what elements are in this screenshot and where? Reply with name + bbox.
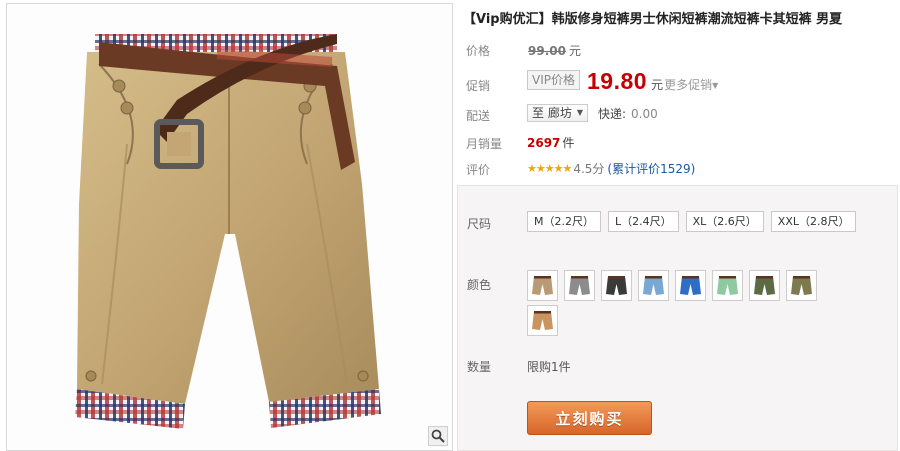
magnifier-icon bbox=[431, 429, 445, 443]
product-image[interactable] bbox=[6, 3, 453, 451]
shipping-fee: 0.00 bbox=[631, 106, 658, 121]
original-price: 99.00 元 bbox=[528, 42, 581, 59]
black-shorts-icon bbox=[606, 276, 627, 295]
product-title: 【Vip购优汇】韩版修身短裤男士休闲短裤潮流短裤卡其短裤 男夏 bbox=[463, 12, 843, 27]
color-swatch[interactable] bbox=[601, 270, 632, 301]
vip-price-tag: VIP价格 bbox=[527, 70, 580, 90]
color-swatch[interactable] bbox=[712, 270, 743, 301]
size-option-l[interactable]: L（2.4尺） bbox=[607, 211, 679, 232]
grey-shorts-icon bbox=[569, 276, 590, 295]
color-swatch[interactable] bbox=[786, 270, 817, 301]
rating-score: 4.5分 bbox=[573, 162, 605, 176]
city-selector-value: 至 廊坊 bbox=[532, 106, 572, 120]
mint-shorts-icon bbox=[717, 276, 738, 295]
size-option-m[interactable]: M（2.2尺） bbox=[527, 211, 601, 232]
original-price-value: 99.00 bbox=[528, 44, 566, 58]
chevron-down-icon: ▼ bbox=[712, 81, 719, 90]
purchase-options: 尺码 M（2.2尺） L（2.4尺） XL（2.6尺） XXL（2.8尺） 颜色… bbox=[457, 185, 898, 451]
more-promo-link[interactable]: 更多促销▼ bbox=[664, 76, 718, 93]
light-blue-shorts-icon bbox=[643, 276, 664, 295]
monthly-sales-count: 2697 bbox=[527, 136, 561, 150]
reviews-label: 评价 bbox=[466, 163, 491, 177]
size-option-xl[interactable]: XL（2.6尺） bbox=[685, 211, 764, 232]
color-swatch[interactable] bbox=[564, 270, 595, 301]
current-price: 19.80 bbox=[587, 68, 648, 94]
original-price-currency: 元 bbox=[568, 44, 581, 58]
star-rating-icon: ★★★★★ bbox=[527, 162, 572, 175]
size-options: M（2.2尺） L（2.4尺） XL（2.6尺） XXL（2.8尺） bbox=[527, 211, 857, 232]
size-option-xxl[interactable]: XXL（2.8尺） bbox=[770, 211, 857, 232]
promo-label: 促销 bbox=[466, 79, 491, 93]
color-swatch[interactable] bbox=[527, 270, 558, 301]
army-green-shorts-icon bbox=[754, 276, 775, 295]
caret-down-icon: ▼ bbox=[576, 108, 583, 117]
more-promo-label: 更多促销 bbox=[664, 78, 713, 92]
quantity-limit: 限购1件 bbox=[527, 360, 571, 374]
color-swatch[interactable] bbox=[527, 305, 558, 336]
olive-shorts-icon bbox=[791, 276, 812, 295]
monthly-sales-unit: 件 bbox=[562, 136, 575, 150]
tan-shorts-icon bbox=[532, 311, 553, 330]
monthly-sales: 2697 件 bbox=[527, 134, 574, 151]
shipping-label: 配送 bbox=[466, 109, 491, 123]
color-swatch[interactable] bbox=[749, 270, 780, 301]
buy-now-button[interactable]: 立刻购买 bbox=[527, 401, 652, 435]
monthly-sales-label: 月销量 bbox=[466, 137, 503, 151]
quantity-label: 数量 bbox=[467, 360, 492, 374]
zoom-button[interactable] bbox=[428, 426, 448, 446]
rating: ★★★★★ 4.5分 (累计评价1529) bbox=[527, 160, 695, 177]
color-label: 颜色 bbox=[467, 278, 492, 292]
price-label: 价格 bbox=[466, 44, 491, 58]
size-label: 尺码 bbox=[467, 217, 492, 231]
express-label: 快递: bbox=[597, 106, 627, 121]
express-shipping: 快递: 0.00 bbox=[598, 105, 658, 122]
color-swatch[interactable] bbox=[638, 270, 669, 301]
city-selector[interactable]: 至 廊坊 ▼ bbox=[527, 104, 588, 122]
review-count-link[interactable]: (累计评价1529) bbox=[607, 160, 695, 177]
color-swatch[interactable] bbox=[675, 270, 706, 301]
color-options bbox=[527, 270, 847, 336]
promo-price: VIP价格 19.80 元 更多促销▼ bbox=[527, 68, 718, 95]
current-price-currency: 元 bbox=[651, 78, 664, 92]
blue-shorts-icon bbox=[680, 276, 701, 295]
shipping-info: 至 廊坊 ▼ 快递: 0.00 bbox=[527, 104, 658, 122]
khaki-shorts-photo bbox=[75, 34, 381, 429]
khaki-shorts-icon bbox=[532, 276, 553, 295]
